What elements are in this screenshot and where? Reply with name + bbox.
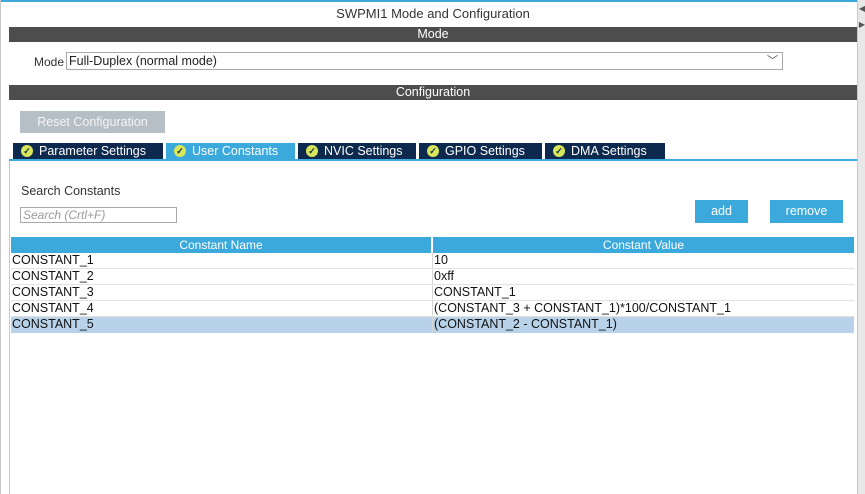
mode-select-value: Full-Duplex (normal mode) [69, 54, 217, 68]
constant-value-cell[interactable]: (CONSTANT_2 - CONSTANT_1) [434, 317, 854, 332]
mode-select[interactable]: Full-Duplex (normal mode) ﹀ [66, 52, 783, 70]
column-header-value[interactable]: Constant Value [433, 237, 854, 253]
column-divider [432, 301, 433, 316]
column-divider [432, 317, 433, 332]
chevron-down-icon[interactable]: ﹀ [767, 53, 778, 69]
reset-configuration-button[interactable]: Reset Configuration [20, 111, 165, 133]
table-row-selected[interactable]: CONSTANT_5 (CONSTANT_2 - CONSTANT_1) [11, 317, 854, 333]
column-divider [432, 269, 433, 284]
table-row[interactable]: CONSTANT_4 (CONSTANT_3 + CONSTANT_1)*100… [11, 301, 854, 317]
tab-label: DMA Settings [571, 144, 647, 158]
mode-section-header: Mode [9, 27, 857, 42]
column-divider [432, 253, 433, 268]
table-row[interactable]: CONSTANT_2 0xff [11, 269, 854, 285]
expand-arrow-icon[interactable]: ▶ [858, 20, 865, 30]
collapse-arrow-icon[interactable]: ◀ [858, 4, 865, 14]
tab-label: GPIO Settings [445, 144, 525, 158]
tab-gpio-settings[interactable]: ✓ GPIO Settings [419, 143, 542, 160]
check-circle-icon: ✓ [306, 145, 318, 157]
check-circle-icon: ✓ [21, 145, 33, 157]
configuration-section-header: Configuration [9, 85, 857, 100]
constant-value-cell[interactable]: CONSTANT_1 [434, 285, 854, 300]
table-row[interactable]: CONSTANT_3 CONSTANT_1 [11, 285, 854, 301]
window-top-border [0, 0, 865, 2]
side-scroll-strip[interactable]: ◀ ▶ [857, 0, 865, 494]
tab-dma-settings[interactable]: ✓ DMA Settings [545, 143, 665, 160]
add-constant-button[interactable]: add [695, 200, 748, 223]
column-header-name[interactable]: Constant Name [11, 237, 431, 253]
constants-table: Constant Name Constant Value CONSTANT_1 … [11, 237, 854, 333]
tab-label: Parameter Settings [39, 144, 146, 158]
check-circle-icon: ✓ [427, 145, 439, 157]
constant-name-cell[interactable]: CONSTANT_3 [12, 285, 432, 300]
check-circle-icon: ✓ [174, 145, 186, 157]
remove-constant-button[interactable]: remove [770, 200, 843, 223]
tab-parameter-settings[interactable]: ✓ Parameter Settings [13, 143, 163, 160]
tab-user-constants[interactable]: ✓ User Constants [166, 143, 295, 160]
constant-name-cell[interactable]: CONSTANT_4 [12, 301, 432, 316]
table-header: Constant Name Constant Value [11, 237, 854, 253]
check-circle-icon: ✓ [553, 145, 565, 157]
window-left-border [0, 0, 1, 494]
constant-value-cell[interactable]: 10 [434, 253, 854, 268]
constant-name-cell[interactable]: CONSTANT_5 [12, 317, 432, 332]
constant-name-cell[interactable]: CONSTANT_1 [12, 253, 432, 268]
constant-value-cell[interactable]: 0xff [434, 269, 854, 284]
window-title: SWPMI1 Mode and Configuration [336, 6, 530, 21]
column-divider [432, 285, 433, 300]
tab-label: NVIC Settings [324, 144, 403, 158]
constant-name-cell[interactable]: CONSTANT_2 [12, 269, 432, 284]
search-constants-input[interactable]: Search (Crtl+F) [20, 207, 177, 223]
constant-value-cell[interactable]: (CONSTANT_3 + CONSTANT_1)*100/CONSTANT_1 [434, 301, 854, 316]
mode-label: Mode [34, 55, 65, 69]
search-constants-label: Search Constants [21, 184, 121, 198]
tab-label: User Constants [192, 144, 279, 158]
tab-nvic-settings[interactable]: ✓ NVIC Settings [298, 143, 416, 160]
table-row[interactable]: CONSTANT_1 10 [11, 253, 854, 269]
